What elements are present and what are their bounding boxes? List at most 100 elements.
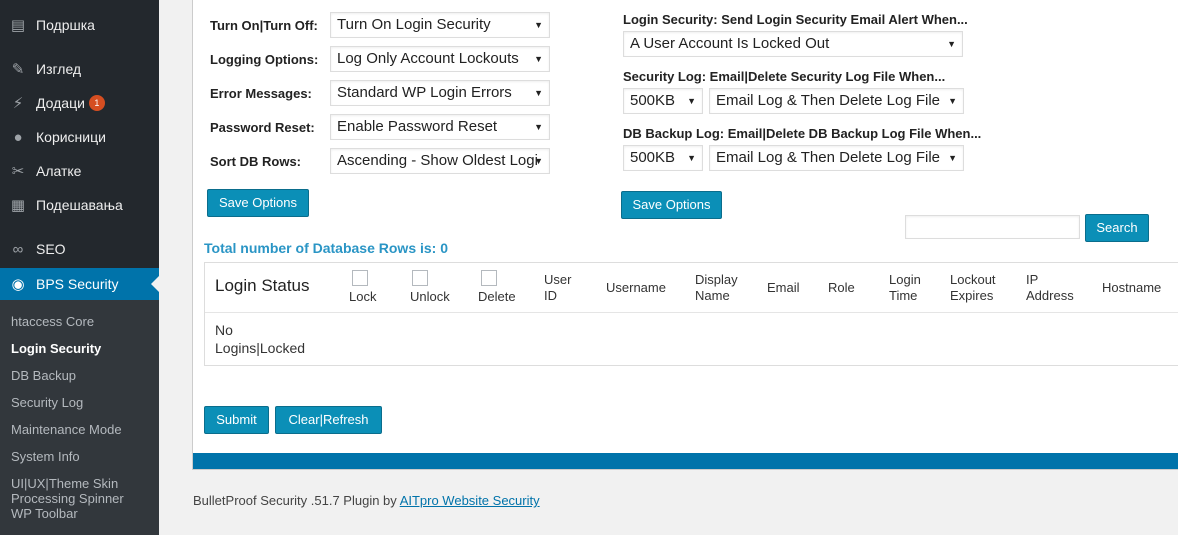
error-messages-label: Error Messages:: [210, 86, 312, 101]
turn-on-select[interactable]: Turn On Login Security ▼: [330, 12, 550, 38]
dropdown-arrow-icon: ▼: [687, 153, 696, 163]
sidebar-item-label: Корисници: [36, 129, 106, 145]
error-messages-select[interactable]: Standard WP Login Errors ▼: [330, 80, 550, 106]
delete-all-checkbox[interactable]: [481, 270, 497, 286]
column-header-ip-address: IP Address: [1026, 272, 1074, 304]
column-header-lockout-expires: Lockout Expires: [950, 272, 996, 304]
column-header-line: ID: [544, 288, 557, 303]
lock-all-checkbox[interactable]: [352, 270, 368, 286]
security-log-label: Security Log: Email|Delete Security Log …: [623, 69, 946, 84]
column-header-delete: Delete: [478, 289, 516, 304]
password-reset-label: Password Reset:: [210, 120, 315, 135]
sidebar-item-label: Додаци: [36, 95, 85, 111]
select-value: 500KB: [630, 92, 676, 109]
admin-sidebar: ▤ Подршка ✎ Изглед ⚡ Додаци 1 ● Корисниц…: [0, 0, 159, 535]
password-reset-select[interactable]: Enable Password Reset ▼: [330, 114, 550, 140]
email-alert-select[interactable]: A User Account Is Locked Out ▼: [623, 31, 963, 57]
turn-on-label: Turn On|Turn Off:: [210, 18, 318, 33]
submit-button[interactable]: Submit: [204, 406, 269, 434]
column-header-line: Lockout: [950, 272, 996, 287]
submenu-htaccess-core[interactable]: htaccess Core: [11, 314, 94, 329]
dropdown-arrow-icon: ▼: [948, 96, 957, 106]
submenu-wp-toolbar[interactable]: WP Toolbar: [11, 506, 78, 521]
search-button[interactable]: Search: [1085, 214, 1149, 242]
sidebar-item-plugins[interactable]: ⚡ Додаци 1: [0, 86, 159, 120]
select-value: Ascending - Show Oldest Logi: [337, 152, 538, 169]
clear-refresh-button[interactable]: Clear|Refresh: [275, 406, 382, 434]
total-db-rows-text: Total number of Database Rows is: 0: [204, 240, 449, 256]
logging-options-label: Logging Options:: [210, 52, 319, 67]
dropdown-arrow-icon: ▼: [534, 20, 543, 30]
sidebar-item-appearance[interactable]: ✎ Изглед: [0, 52, 159, 86]
dropdown-arrow-icon: ▼: [534, 54, 543, 64]
security-log-size-select[interactable]: 500KB ▼: [623, 88, 703, 114]
dropdown-arrow-icon: ▼: [687, 96, 696, 106]
security-log-action-select[interactable]: Email Log & Then Delete Log File ▼: [709, 88, 964, 114]
submenu-security-log[interactable]: Security Log: [11, 395, 83, 410]
select-value: Email Log & Then Delete Log File: [716, 92, 941, 109]
column-header-line: IP: [1026, 272, 1039, 287]
table-title: Login Status: [215, 276, 310, 295]
sidebar-item-label: Изглед: [36, 61, 82, 77]
panel-bottom-bar: [193, 453, 1178, 469]
email-alert-label: Login Security: Send Login Security Emai…: [623, 12, 968, 27]
save-options-button-left[interactable]: Save Options: [207, 189, 309, 217]
select-value: Turn On Login Security: [337, 16, 491, 33]
paintbrush-icon: ✎: [11, 61, 25, 78]
column-header-hostname: Hostname: [1102, 280, 1162, 295]
column-header-line: Time: [889, 288, 918, 303]
sidebar-item-label: SEO: [36, 241, 66, 257]
bps-submenu: htaccess Core Login Security DB Backup S…: [0, 300, 159, 535]
plugin-footer: BulletProof Security .51.7 Plugin by AIT…: [193, 493, 540, 508]
sidebar-item-support[interactable]: ▤ Подршка: [0, 8, 159, 42]
column-header-email: Email: [767, 280, 800, 295]
empty-table-message: No Logins|Locked: [215, 321, 305, 357]
select-value: Log Only Account Lockouts: [337, 50, 519, 67]
column-header-line: Address: [1026, 288, 1074, 303]
footer-text: BulletProof Security .51.7 Plugin by: [193, 493, 400, 508]
submenu-theme-skin[interactable]: UI|UX|Theme Skin: [11, 476, 118, 491]
column-header-username: Username: [606, 280, 666, 295]
column-header-user-id: User ID: [544, 272, 571, 304]
empty-message-line: No: [215, 322, 233, 338]
empty-message-line: Logins|Locked: [215, 340, 306, 356]
select-value: A User Account Is Locked Out: [630, 35, 830, 52]
sort-db-rows-select[interactable]: Ascending - Show Oldest Logi ▼: [330, 148, 550, 174]
logging-options-select[interactable]: Log Only Account Lockouts ▼: [330, 46, 550, 72]
submenu-system-info[interactable]: System Info: [11, 449, 80, 464]
update-count-badge: 1: [88, 95, 105, 111]
sidebar-item-tools[interactable]: ✂ Алатке: [0, 154, 159, 188]
column-header-line: Expires: [950, 288, 994, 303]
submenu-maintenance-mode[interactable]: Maintenance Mode: [11, 422, 122, 437]
dropdown-arrow-icon: ▼: [534, 122, 543, 132]
column-header-role: Role: [828, 280, 855, 295]
login-status-table: Login Status Lock Unlock Delete User ID …: [204, 262, 1178, 366]
sidebar-item-label: BPS Security: [36, 276, 119, 292]
dropdown-arrow-icon: ▼: [534, 88, 543, 98]
aitpro-link[interactable]: AITpro Website Security: [400, 493, 540, 508]
sidebar-item-label: Подршка: [36, 17, 95, 33]
db-backup-log-size-select[interactable]: 500KB ▼: [623, 145, 703, 171]
column-header-line: User: [544, 272, 572, 287]
sidebar-item-bps-security[interactable]: ◉ BPS Security: [0, 268, 159, 300]
sidebar-item-users[interactable]: ● Корисници: [0, 120, 159, 154]
submenu-login-security[interactable]: Login Security: [11, 341, 101, 356]
unlock-all-checkbox[interactable]: [412, 270, 428, 286]
dropdown-arrow-icon: ▼: [947, 39, 956, 49]
select-value: Email Log & Then Delete Log File: [716, 149, 941, 166]
submenu-processing-spinner[interactable]: Processing Spinner: [11, 491, 124, 506]
sidebar-item-seo[interactable]: ∞ SEO: [0, 232, 159, 266]
active-indicator-arrow: [151, 276, 159, 292]
submenu-db-backup[interactable]: DB Backup: [11, 368, 76, 383]
search-input[interactable]: [905, 215, 1080, 239]
db-backup-log-label: DB Backup Log: Email|Delete DB Backup Lo…: [623, 126, 982, 141]
dropdown-arrow-icon: ▼: [534, 156, 543, 166]
settings-icon: ▦: [10, 197, 26, 214]
db-backup-log-action-select[interactable]: Email Log & Then Delete Log File ▼: [709, 145, 964, 171]
column-header-lock: Lock: [349, 289, 377, 304]
select-value: Enable Password Reset: [337, 118, 498, 135]
select-value: Standard WP Login Errors: [337, 84, 512, 101]
save-options-button-right[interactable]: Save Options: [621, 191, 722, 219]
sidebar-item-settings[interactable]: ▦ Подешавања: [0, 188, 159, 222]
sidebar-item-label: Алатке: [36, 163, 82, 179]
